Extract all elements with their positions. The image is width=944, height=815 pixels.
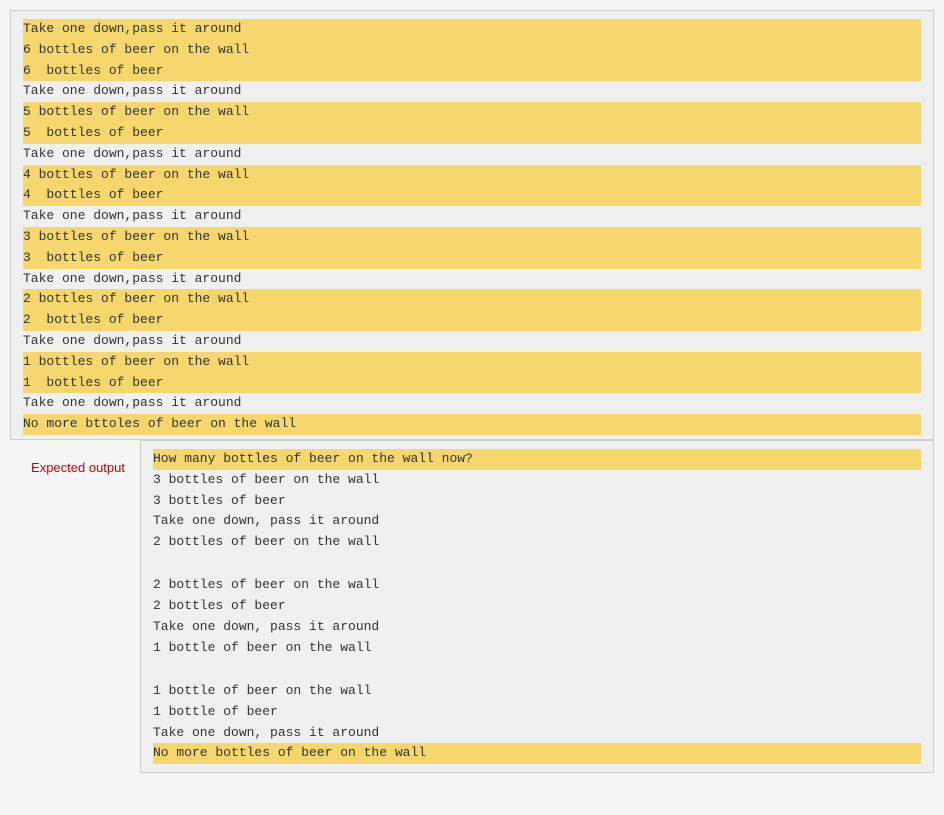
bottom-line-4: 2 bottles of beer on the wall bbox=[153, 532, 921, 553]
top-line-14: 2 bottles of beer bbox=[23, 310, 921, 331]
bottom-panel[interactable]: How many bottles of beer on the wall now… bbox=[140, 440, 934, 773]
bottom-line-7: 2 bottles of beer bbox=[153, 596, 921, 617]
bottom-line-14: No more bottles of beer on the wall bbox=[153, 743, 921, 764]
bottom-section: Expected output How many bottles of beer… bbox=[10, 440, 934, 773]
bottom-line-11: 1 bottle of beer on the wall bbox=[153, 681, 921, 702]
bottom-empty-line-5 bbox=[153, 553, 921, 575]
bottom-line-13: Take one down, pass it around bbox=[153, 723, 921, 744]
top-line-1: 6 bottles of beer on the wall bbox=[23, 40, 921, 61]
top-line-5: 5 bottles of beer bbox=[23, 123, 921, 144]
bottom-line-3: Take one down, pass it around bbox=[153, 511, 921, 532]
top-line-15: Take one down,pass it around bbox=[23, 331, 921, 352]
expected-output-label: Expected output bbox=[10, 440, 140, 475]
top-line-12: Take one down,pass it around bbox=[23, 269, 921, 290]
top-line-18: Take one down,pass it around bbox=[23, 393, 921, 414]
bottom-line-8: Take one down, pass it around bbox=[153, 617, 921, 638]
top-line-3: Take one down,pass it around bbox=[23, 81, 921, 102]
top-line-4: 5 bottles of beer on the wall bbox=[23, 102, 921, 123]
top-line-19: No more bttoles of beer on the wall bbox=[23, 414, 921, 435]
top-line-10: 3 bottles of beer on the wall bbox=[23, 227, 921, 248]
top-line-17: 1 bottles of beer bbox=[23, 373, 921, 394]
bottom-line-2: 3 bottles of beer bbox=[153, 491, 921, 512]
top-panel[interactable]: Take one down,pass it around6 bottles of… bbox=[10, 10, 934, 440]
top-line-8: 4 bottles of beer bbox=[23, 185, 921, 206]
bottom-line-1: 3 bottles of beer on the wall bbox=[153, 470, 921, 491]
top-line-6: Take one down,pass it around bbox=[23, 144, 921, 165]
bottom-line-12: 1 bottle of beer bbox=[153, 702, 921, 723]
bottom-line-9: 1 bottle of beer on the wall bbox=[153, 638, 921, 659]
label-text: Expected output bbox=[31, 460, 125, 475]
top-line-16: 1 bottles of beer on the wall bbox=[23, 352, 921, 373]
top-line-11: 3 bottles of beer bbox=[23, 248, 921, 269]
top-line-7: 4 bottles of beer on the wall bbox=[23, 165, 921, 186]
bottom-empty-line-10 bbox=[153, 659, 921, 681]
page-wrapper: Take one down,pass it around6 bottles of… bbox=[10, 10, 934, 773]
top-line-9: Take one down,pass it around bbox=[23, 206, 921, 227]
top-line-13: 2 bottles of beer on the wall bbox=[23, 289, 921, 310]
bottom-line-0: How many bottles of beer on the wall now… bbox=[153, 449, 921, 470]
bottom-line-6: 2 bottles of beer on the wall bbox=[153, 575, 921, 596]
top-line-0: Take one down,pass it around bbox=[23, 19, 921, 40]
top-line-2: 6 bottles of beer bbox=[23, 61, 921, 82]
